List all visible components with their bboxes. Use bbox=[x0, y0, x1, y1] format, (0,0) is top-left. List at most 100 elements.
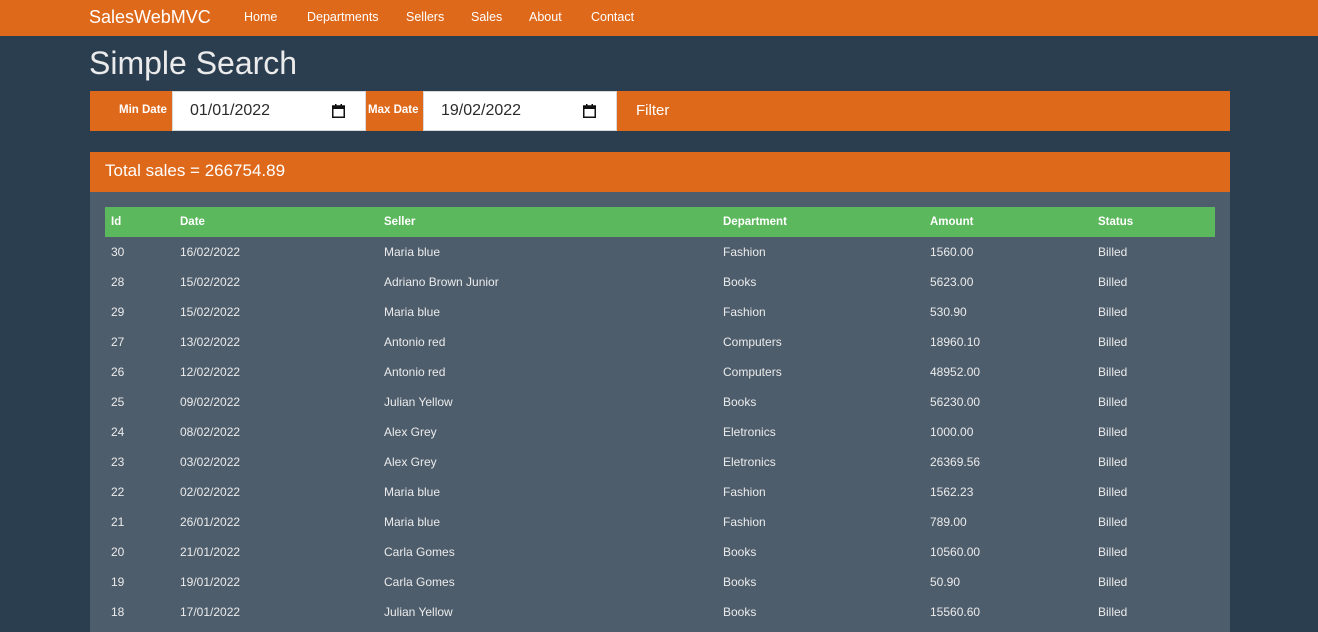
cell-status: Billed bbox=[1098, 485, 1128, 499]
cell-status: Billed bbox=[1098, 455, 1128, 469]
cell-department: Books bbox=[723, 275, 757, 289]
cell-seller: Maria blue bbox=[384, 515, 441, 529]
cell-id: 27 bbox=[111, 335, 125, 349]
navbar: SalesWebMVC Home Departments Sellers Sal… bbox=[0, 0, 1318, 36]
header-id: Id bbox=[105, 207, 174, 237]
cell-status: Billed bbox=[1098, 425, 1128, 439]
cell-date: 21/01/2022 bbox=[180, 545, 241, 559]
max-date-input[interactable]: 19/02/2022 bbox=[423, 91, 617, 131]
table-row: 20 21/01/2022 Carla Gomes Books 10560.00 Bill… bbox=[105, 537, 1215, 567]
cell-seller: Adriano Brown Junior bbox=[384, 275, 499, 289]
cell-status: Billed bbox=[1098, 305, 1128, 319]
cell-amount: 15560.60 bbox=[930, 605, 981, 619]
min-date-label: Min Date bbox=[119, 104, 167, 116]
cell-amount: 789.00 bbox=[930, 515, 967, 529]
filter-button[interactable]: Filter bbox=[636, 91, 708, 131]
cell-id: 24 bbox=[111, 425, 125, 439]
table-row: 24 08/02/2022 Alex Grey Eletronics 1000.00 Bi… bbox=[105, 417, 1215, 447]
cell-id: 22 bbox=[111, 485, 125, 499]
cell-id: 21 bbox=[111, 515, 125, 529]
cell-department: Fashion bbox=[723, 485, 766, 499]
cell-amount: 18960.10 bbox=[930, 335, 981, 349]
table-row: 25 09/02/2022 Julian Yellow Books 56230.00 Bi… bbox=[105, 387, 1215, 417]
cell-date: 15/02/2022 bbox=[180, 305, 241, 319]
cell-amount: 1560.00 bbox=[930, 245, 974, 259]
cell-date: 17/01/2022 bbox=[180, 605, 241, 619]
panel-heading: Total sales = 266754.89 bbox=[90, 152, 1230, 192]
cell-amount: 5623.00 bbox=[930, 275, 974, 289]
cell-status: Billed bbox=[1098, 515, 1128, 529]
filter-form: Min Date 01/01/2022 Max Date 19/02/2022 … bbox=[90, 91, 1230, 131]
nav-departments-link[interactable]: Departments bbox=[307, 10, 379, 24]
cell-seller: Antonio red bbox=[384, 365, 446, 379]
cell-department: Eletronics bbox=[723, 425, 776, 439]
cell-status: Billed bbox=[1098, 605, 1128, 619]
cell-department: Books bbox=[723, 395, 757, 409]
cell-date: 19/01/2022 bbox=[180, 575, 241, 589]
cell-id: 29 bbox=[111, 305, 125, 319]
max-date-label: Max Date bbox=[368, 104, 419, 116]
cell-department: Computers bbox=[723, 365, 782, 379]
cell-amount: 48952.00 bbox=[930, 365, 981, 379]
cell-id: 23 bbox=[111, 455, 125, 469]
min-date-value: 01/01/2022 bbox=[190, 102, 271, 119]
cell-status: Billed bbox=[1098, 275, 1128, 289]
cell-date: 09/02/2022 bbox=[180, 395, 241, 409]
cell-status: Billed bbox=[1098, 575, 1128, 589]
table-row: 30 16/02/2022 Maria blue Fashion 1560.00 Bill… bbox=[105, 237, 1215, 267]
table-row: 22 02/02/2022 Maria blue Fashion 1562.23 Bill… bbox=[105, 477, 1215, 507]
calendar-icon[interactable] bbox=[583, 104, 596, 118]
cell-id: 19 bbox=[111, 575, 125, 589]
cell-seller: Maria blue bbox=[384, 485, 441, 499]
cell-department: Eletronics bbox=[723, 455, 776, 469]
cell-id: 30 bbox=[111, 245, 125, 259]
nav-contact-link[interactable]: Contact bbox=[591, 10, 634, 24]
min-date-input[interactable]: 01/01/2022 bbox=[172, 91, 366, 131]
cell-date: 08/02/2022 bbox=[180, 425, 241, 439]
table-row: 28 15/02/2022 Adriano Brown Junior Books 562… bbox=[105, 267, 1215, 297]
table-header-row: Id Date Seller Department Amount Status bbox=[105, 207, 1215, 237]
calendar-icon[interactable] bbox=[332, 104, 345, 118]
max-date-value: 19/02/2022 bbox=[441, 102, 522, 119]
cell-seller: Carla Gomes bbox=[384, 575, 455, 589]
total-sales-text: Total sales = 266754.89 bbox=[105, 161, 286, 180]
cell-status: Billed bbox=[1098, 395, 1128, 409]
cell-status: Billed bbox=[1098, 335, 1128, 349]
cell-amount: 1000.00 bbox=[930, 425, 974, 439]
nav-sellers-link[interactable]: Sellers bbox=[406, 10, 444, 24]
cell-department: Books bbox=[723, 545, 757, 559]
cell-status: Billed bbox=[1098, 365, 1128, 379]
cell-date: 12/02/2022 bbox=[180, 365, 241, 379]
cell-department: Books bbox=[723, 605, 757, 619]
cell-seller: Alex Grey bbox=[384, 455, 437, 469]
cell-department: Fashion bbox=[723, 245, 766, 259]
cell-date: 15/02/2022 bbox=[180, 275, 241, 289]
nav-about-link[interactable]: About bbox=[529, 10, 562, 24]
cell-date: 26/01/2022 bbox=[180, 515, 241, 529]
table-row: 26 12/02/2022 Antonio red Computers 48952.00… bbox=[105, 357, 1215, 387]
table-row: 27 13/02/2022 Antonio red Computers 18960.10… bbox=[105, 327, 1215, 357]
header-department: Department bbox=[717, 207, 924, 237]
cell-date: 03/02/2022 bbox=[180, 455, 241, 469]
cell-amount: 50.90 bbox=[930, 575, 961, 589]
cell-id: 28 bbox=[111, 275, 125, 289]
cell-seller: Alex Grey bbox=[384, 425, 437, 439]
cell-seller: Antonio red bbox=[384, 335, 446, 349]
brand-link[interactable]: SalesWebMVC bbox=[89, 7, 211, 28]
cell-date: 16/02/2022 bbox=[180, 245, 241, 259]
cell-department: Fashion bbox=[723, 305, 766, 319]
cell-status: Billed bbox=[1098, 545, 1128, 559]
cell-seller: Maria blue bbox=[384, 305, 441, 319]
nav-home-link[interactable]: Home bbox=[244, 10, 277, 24]
cell-seller: Maria blue bbox=[384, 245, 441, 259]
cell-department: Fashion bbox=[723, 515, 766, 529]
header-date: Date bbox=[174, 207, 378, 237]
nav-sales-link[interactable]: Sales bbox=[471, 10, 502, 24]
table-row: 21 26/01/2022 Maria blue Fashion 789.00 Bille… bbox=[105, 507, 1215, 537]
header-seller: Seller bbox=[378, 207, 717, 237]
cell-id: 25 bbox=[111, 395, 125, 409]
cell-id: 26 bbox=[111, 365, 125, 379]
sales-table: Id Date Seller Department Amount Status … bbox=[105, 207, 1215, 627]
table-row: 18 17/01/2022 Julian Yellow Books 15560.60 Bi… bbox=[105, 597, 1215, 627]
sales-panel: Total sales = 266754.89 Id Date Seller D… bbox=[90, 152, 1230, 632]
